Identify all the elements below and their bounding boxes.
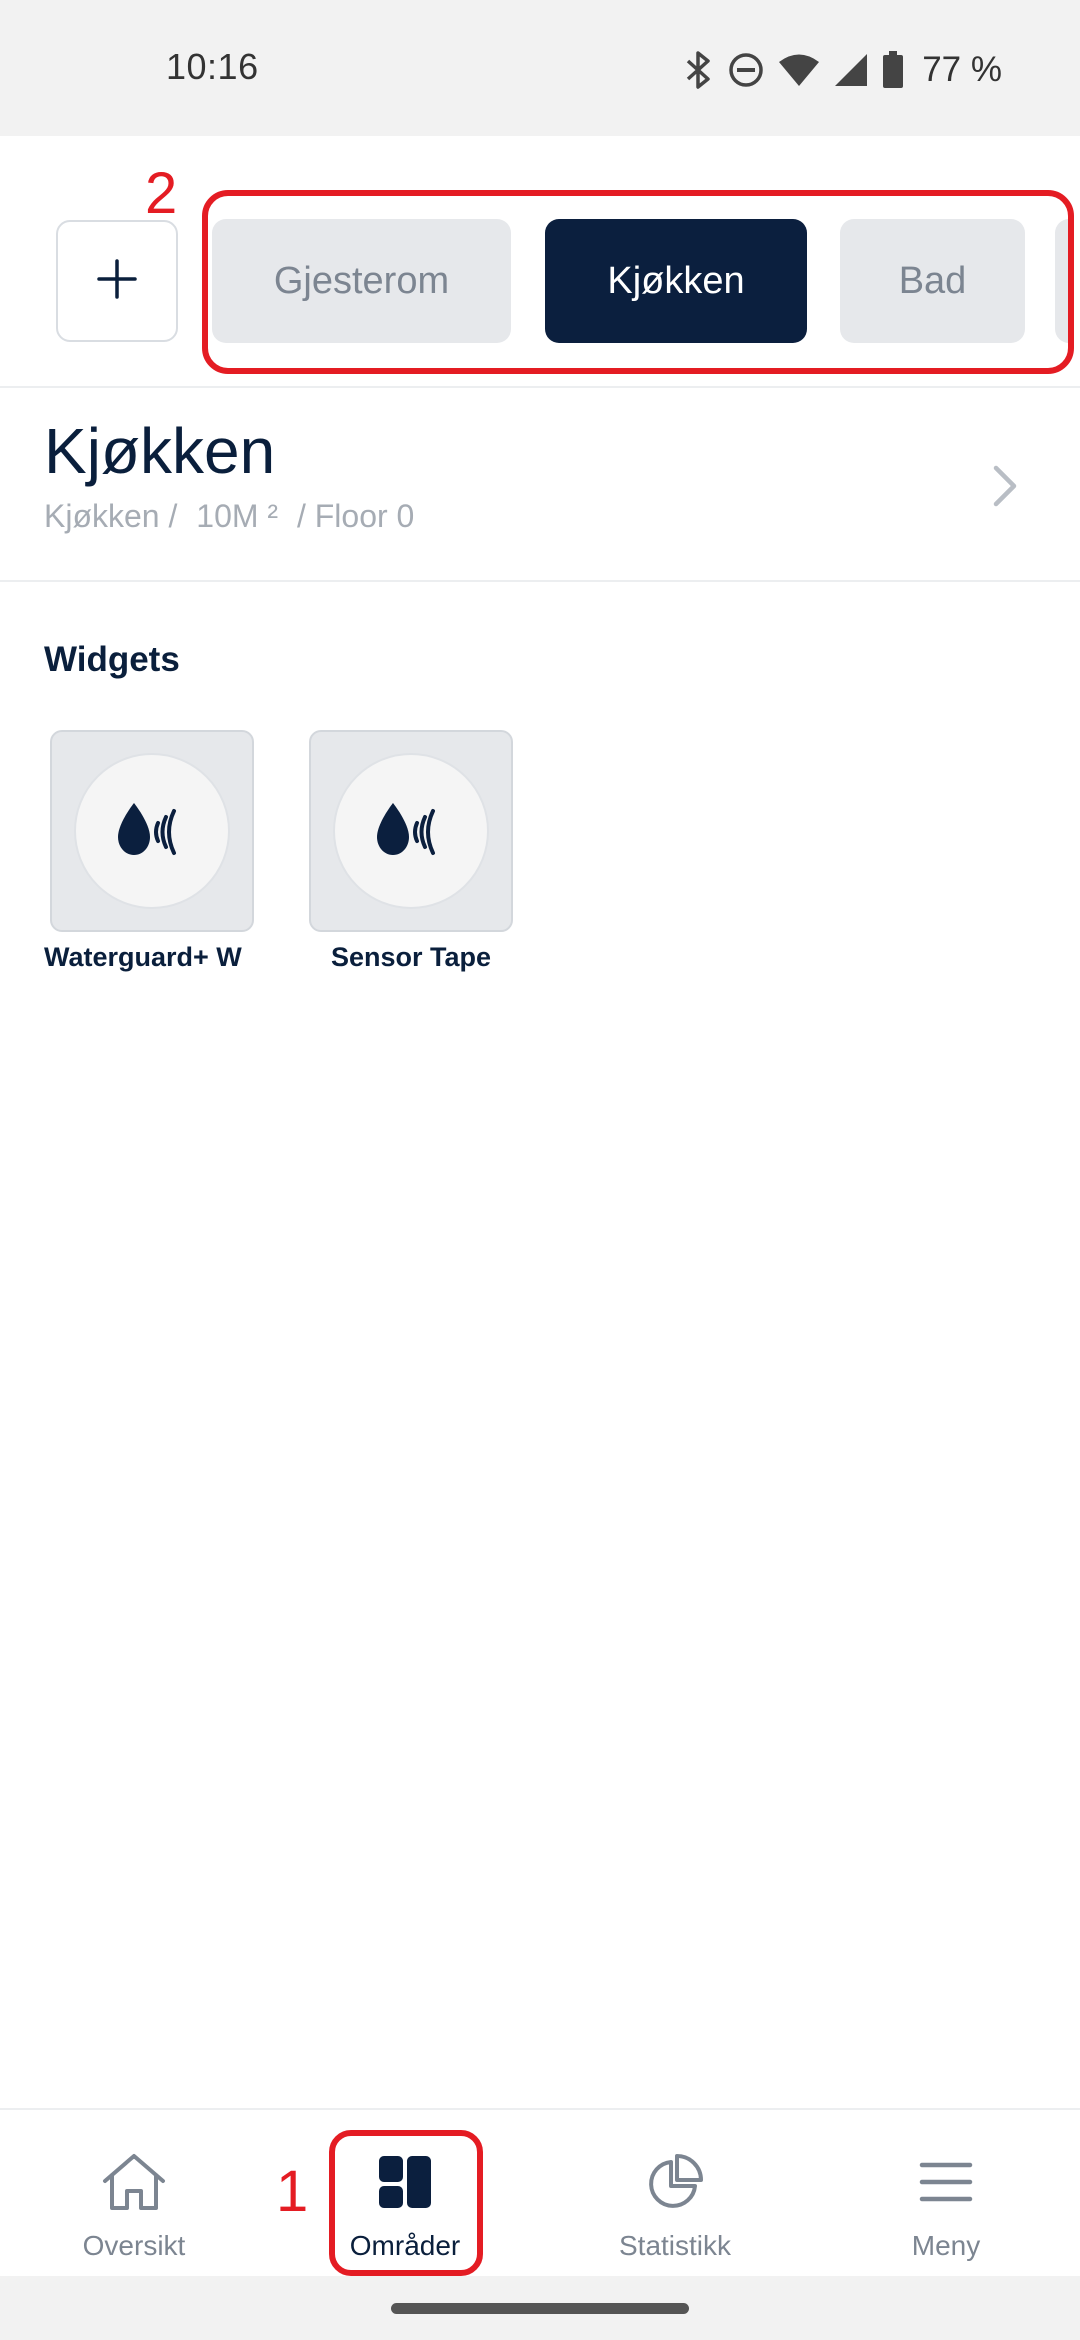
annotation-label-1: 1: [276, 2159, 309, 2224]
status-bar: 10:16 77 %: [0, 0, 1080, 136]
tab-label: Bad: [898, 259, 967, 302]
do-not-disturb-icon: [728, 52, 764, 88]
widgets-heading: Widgets: [44, 640, 180, 679]
widget-icon-circle: [74, 753, 230, 909]
widget-sensor-tape[interactable]: Sensor Tape: [309, 730, 513, 972]
wifi-icon: [778, 53, 820, 87]
add-room-button[interactable]: [56, 220, 178, 342]
nav-oversikt[interactable]: Oversikt: [34, 2110, 234, 2278]
nav-label: Oversikt: [82, 2230, 186, 2261]
widget-tile: [309, 730, 513, 932]
system-nav-bar: [0, 2276, 1080, 2340]
annotation-label-2: 2: [145, 161, 178, 226]
nav-label: Meny: [911, 2230, 981, 2261]
widget-icon-circle: [333, 753, 489, 909]
widget-tile: [50, 730, 254, 932]
room-tabs: Gjesterom Kjøkken Bad: [212, 219, 1068, 343]
room-title: Kjøkken: [44, 415, 276, 487]
battery-icon: [882, 51, 904, 89]
nav-label: Statistikk: [618, 2230, 732, 2261]
areas-grid-icon: [371, 2148, 439, 2216]
water-sensor-icon: [371, 799, 451, 864]
nav-omrader[interactable]: Områder: [305, 2110, 505, 2278]
status-icons: 77 %: [684, 48, 1002, 92]
room-header[interactable]: Kjøkken Kjøkken / 10M ² / Floor 0: [0, 390, 1080, 582]
room-breadcrumb: Kjøkken / 10M ² / Floor 0: [44, 498, 424, 535]
widget-waterguard[interactable]: Waterguard+ W: [44, 730, 254, 972]
pie-chart-icon: [641, 2148, 709, 2216]
nav-meny[interactable]: Meny: [846, 2110, 1046, 2278]
nav-statistikk[interactable]: Statistikk: [575, 2110, 775, 2278]
tab-label: Gjesterom: [273, 259, 450, 302]
battery-percent: 77 %: [922, 50, 1002, 89]
nav-label: Områder: [349, 2230, 461, 2261]
tab-gjesterom[interactable]: Gjesterom: [212, 219, 511, 343]
breadcrumb-floor: / Floor 0: [296, 498, 415, 534]
chevron-right-icon[interactable]: [990, 462, 1020, 510]
widget-label: Waterguard+ W: [44, 942, 242, 972]
water-sensor-icon: [112, 799, 192, 864]
tab-kjokken[interactable]: Kjøkken: [545, 219, 807, 343]
bottom-nav: Oversikt Områder Statistikk Meny: [0, 2108, 1080, 2276]
widget-label: Sensor Tape: [330, 942, 492, 972]
plus-icon: [95, 257, 139, 306]
cell-signal-icon: [834, 53, 868, 87]
home-icon: [100, 2148, 168, 2216]
bluetooth-icon: [684, 51, 714, 89]
menu-icon: [912, 2148, 980, 2216]
tab-next-partial[interactable]: [1055, 219, 1068, 343]
tab-bad[interactable]: Bad: [840, 219, 1025, 343]
breadcrumb-area: 10M ²: [196, 498, 279, 534]
breadcrumb-room: Kjøkken /: [44, 498, 178, 534]
tab-label: Kjøkken: [607, 259, 745, 302]
status-time: 10:16: [166, 46, 259, 87]
home-indicator[interactable]: [391, 2303, 689, 2314]
